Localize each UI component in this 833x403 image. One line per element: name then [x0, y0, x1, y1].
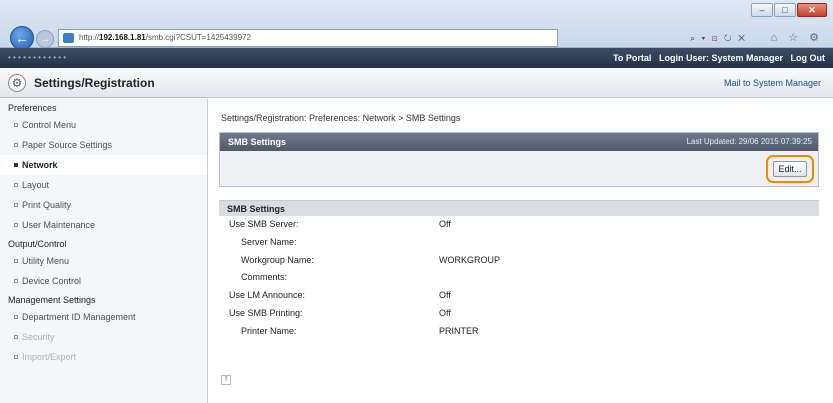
bullet-icon: [14, 183, 18, 187]
sidebar-item-paper-source[interactable]: Paper Source Settings: [0, 135, 207, 155]
settings-rows: Use SMB Server: Off Server Name: Workgroup …: [219, 216, 819, 341]
browser-chrome: – □ ✕ ← → http://192.168.1.81/smb.cgi?CS…: [0, 0, 833, 50]
table-row: Printer Name: PRINTER: [219, 323, 819, 341]
table-row: Workgroup Name: WORKGROUP: [219, 252, 819, 270]
sidebar-item-device-control[interactable]: Device Control: [0, 271, 207, 291]
last-updated: Last Updated: 29/06 2015 07:39:25: [686, 137, 812, 146]
address-tools-icon[interactable]: ⌕ ▾ ⊡ ↻ ✕: [690, 33, 747, 44]
sidebar-item-user-maintenance[interactable]: User Maintenance: [0, 215, 207, 235]
setting-label: Workgroup Name:: [241, 254, 314, 265]
sidebar-section-management: Management Settings: [8, 295, 96, 305]
sidebar: Preferences Control Menu Paper Source Se…: [0, 99, 208, 403]
back-arrow-icon[interactable]: ←: [10, 26, 34, 50]
bullet-icon: [14, 143, 18, 147]
mail-to-system-manager-link[interactable]: Mail to System Manager: [724, 78, 821, 88]
sidebar-item-label: Device Control: [22, 276, 82, 286]
sidebar-item-label: Print Quality: [22, 200, 72, 210]
smb-settings-details: SMB Settings Use SMB Server: Off Server Na…: [219, 200, 819, 370]
sidebar-item-label: User Maintenance: [22, 220, 96, 230]
logout-link[interactable]: Log Out: [791, 53, 826, 63]
sidebar-item-utility-menu[interactable]: Utility Menu: [0, 251, 207, 271]
setting-value: Off: [439, 290, 451, 301]
setting-label: Comments:: [241, 272, 288, 283]
top-bar: • • • • • • • • • • • • To Portal Login …: [0, 48, 833, 68]
bullet-icon: [14, 223, 18, 227]
maximize-button[interactable]: □: [774, 3, 796, 17]
sidebar-item-label: Security: [22, 332, 55, 342]
sidebar-item-label: Paper Source Settings: [22, 140, 113, 150]
setting-value: PRINTER: [439, 325, 479, 336]
bullet-icon: [14, 123, 18, 127]
setting-label: Use SMB Printing:: [229, 307, 303, 318]
sidebar-item-security[interactable]: Security: [0, 327, 207, 347]
top-links: To Portal Login User: System Manager Log…: [608, 53, 825, 63]
table-row: Server Name:: [219, 234, 819, 252]
title-bar: ⚙ Settings/Registration Mail to System M…: [0, 68, 833, 98]
sidebar-item-label: Control Menu: [22, 120, 77, 130]
main-content: Settings/Registration: Preferences: Netw…: [209, 99, 833, 403]
setting-value: Off: [439, 307, 451, 318]
address-bar[interactable]: http://192.168.1.81/smb.cgi?CSUT=1425439…: [58, 29, 558, 47]
section-title: SMB Settings: [219, 200, 819, 216]
url-host: 192.168.1.81: [99, 33, 146, 42]
login-user-text: Login User: System Manager: [658, 53, 783, 63]
page-title: Settings/Registration: [34, 76, 155, 90]
bullet-icon: [14, 163, 18, 167]
sidebar-item-layout[interactable]: Layout: [0, 175, 207, 195]
table-row: Comments:: [219, 269, 819, 287]
sidebar-item-label: Layout: [22, 180, 50, 190]
smb-settings-panel: SMB Settings Last Updated: 29/06 2015 07…: [219, 132, 819, 187]
setting-value: WORKGROUP: [439, 254, 501, 265]
home-favorites-tools-icon[interactable]: ⌂ ☆ ⚙: [771, 31, 823, 44]
setting-value: Off: [439, 219, 451, 229]
url-prefix: http://: [79, 33, 100, 42]
bullet-icon: [14, 203, 18, 207]
panel-title: SMB Settings: [228, 137, 287, 147]
sidebar-item-network[interactable]: Network: [0, 155, 207, 175]
table-row: Use SMB Server: Off: [219, 216, 819, 234]
sidebar-item-label: Network: [22, 160, 58, 170]
setting-label: Use LM Announce:: [229, 290, 306, 301]
table-row: Use SMB Printing: Off: [219, 305, 819, 323]
site-favicon-icon: [63, 33, 74, 43]
to-portal-link[interactable]: To Portal: [613, 53, 651, 63]
panel-header: SMB Settings Last Updated: 29/06 2015 07…: [220, 133, 818, 151]
forward-arrow-icon[interactable]: →: [36, 30, 54, 48]
window-controls: – □ ✕: [751, 3, 827, 17]
setting-label: Printer Name:: [241, 325, 297, 336]
sidebar-item-label: Import/Export: [22, 352, 77, 362]
setting-label: Server Name:: [241, 236, 297, 247]
bullet-icon: [14, 355, 18, 359]
close-button[interactable]: ✕: [797, 3, 827, 17]
sidebar-section-preferences: Preferences: [8, 103, 57, 113]
minimize-button[interactable]: –: [751, 3, 773, 17]
sidebar-item-label: Department ID Management: [22, 312, 136, 322]
sidebar-section-output-control: Output/Control: [8, 239, 67, 249]
edit-button[interactable]: Edit...: [773, 161, 807, 177]
table-row: Use LM Announce: Off: [219, 287, 819, 305]
bullet-icon: [14, 315, 18, 319]
breadcrumb: Settings/Registration: Preferences: Netw…: [221, 113, 461, 123]
setting-label: Use SMB Server:: [229, 219, 299, 229]
sidebar-item-import-export[interactable]: Import/Export: [0, 347, 207, 367]
url-path: /smb.cgi?CSUT=1425439972: [145, 33, 251, 42]
sidebar-item-control-menu[interactable]: Control Menu: [0, 115, 207, 135]
bullet-icon: [14, 279, 18, 283]
page-top-icon[interactable]: ⇑: [221, 375, 231, 385]
sidebar-item-department-id[interactable]: Department ID Management: [0, 307, 207, 327]
sidebar-item-print-quality[interactable]: Print Quality: [0, 195, 207, 215]
edit-highlight: Edit...: [766, 155, 814, 183]
gear-icon: ⚙: [8, 74, 26, 92]
bullet-icon: [14, 335, 18, 339]
sidebar-item-label: Utility Menu: [22, 256, 70, 266]
bullet-icon: [14, 259, 18, 263]
device-name: • • • • • • • • • • • •: [8, 53, 67, 62]
